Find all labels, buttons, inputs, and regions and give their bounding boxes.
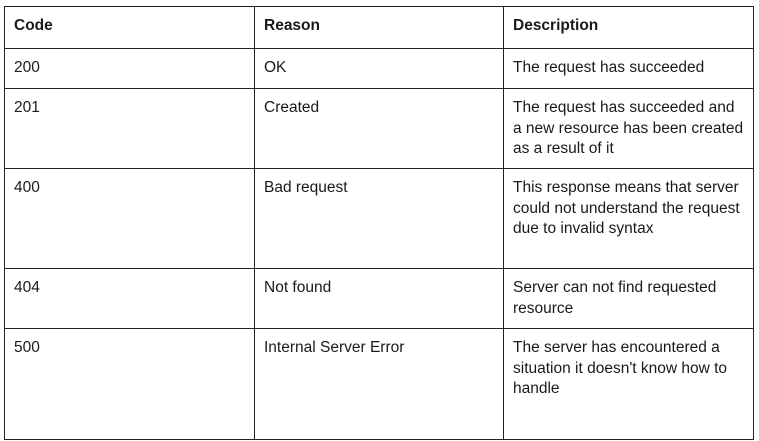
cell-reason: Internal Server Error: [254, 328, 504, 440]
table-row: 400 Bad request This response means that…: [4, 168, 754, 269]
table-row: 201 Created The request has succeeded an…: [4, 88, 754, 169]
cell-reason: Created: [254, 88, 504, 169]
table-row: 500 Internal Server Error The server has…: [4, 328, 754, 440]
cell-reason: Bad request: [254, 168, 504, 269]
cell-description: This response means that server could no…: [503, 168, 754, 269]
header-description: Description: [503, 6, 754, 49]
header-reason: Reason: [254, 6, 504, 49]
table-header-row: Code Reason Description: [4, 6, 754, 49]
cell-description: The request has succeeded: [503, 48, 754, 89]
cell-reason: OK: [254, 48, 504, 89]
cell-code: 400: [4, 168, 255, 269]
cell-code: 500: [4, 328, 255, 440]
status-codes-table-container: Code Reason Description 200 OK The reque…: [4, 6, 754, 440]
cell-description: The server has encountered a situation i…: [503, 328, 754, 440]
table-row: 200 OK The request has succeeded: [4, 48, 754, 89]
cell-code: 201: [4, 88, 255, 169]
cell-description: Server can not find requested resource: [503, 268, 754, 329]
cell-code: 404: [4, 268, 255, 329]
cell-code: 200: [4, 48, 255, 89]
header-code: Code: [4, 6, 255, 49]
cell-description: The request has succeeded and a new reso…: [503, 88, 754, 169]
status-codes-table: Code Reason Description 200 OK The reque…: [4, 6, 754, 440]
cell-reason: Not found: [254, 268, 504, 329]
table-row: 404 Not found Server can not find reques…: [4, 268, 754, 329]
